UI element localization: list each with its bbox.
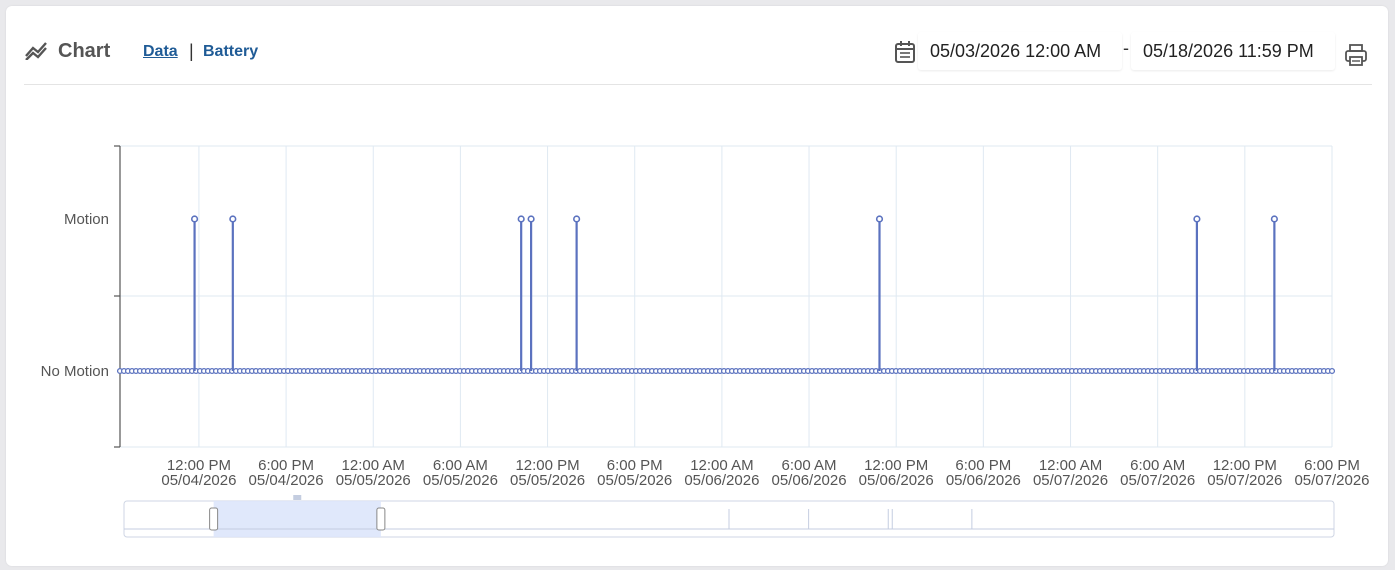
navigator-grip (293, 495, 302, 500)
x-tick-date: 05/07/2026 (1033, 472, 1108, 489)
x-tick-date: 05/07/2026 (1207, 472, 1282, 489)
x-tick-date: 05/06/2026 (772, 472, 847, 489)
x-tick-date: 05/07/2026 (1120, 472, 1195, 489)
x-tick-date: 05/04/2026 (249, 472, 324, 489)
motion-point (517, 215, 525, 223)
x-tick-date: 05/04/2026 (161, 472, 236, 489)
navigator-selection (213, 501, 381, 537)
navigator-handle (209, 507, 219, 531)
y-tick-label: Motion (64, 211, 109, 228)
motion-chart: No Motion Motion 12:00 PM05/04/20266:00 P… (41, 145, 1370, 538)
x-tick-date: 05/06/2026 (684, 472, 759, 489)
x-axis: 12:00 PM05/04/20266:00 PM05/04/202612:00… (161, 457, 1369, 489)
motion-point (573, 215, 581, 223)
x-tick-date: 05/05/2026 (597, 472, 672, 489)
chart-card: Chart Data | Battery - No MotionMotion 1… (6, 6, 1388, 566)
series-point (1328, 367, 1336, 375)
x-tick-date: 05/06/2026 (946, 472, 1021, 489)
motion-point (527, 215, 535, 223)
motion-point (190, 215, 199, 223)
chart-grid (120, 145, 1333, 448)
motion-point (1193, 215, 1201, 223)
x-tick-date: 05/07/2026 (1294, 472, 1369, 489)
motion-point (229, 215, 237, 223)
motion-point (875, 215, 884, 223)
range-navigator[interactable] (123, 495, 1335, 538)
y-tick-label: No Motion (41, 363, 109, 380)
x-tick-date: 05/05/2026 (510, 472, 585, 489)
navigator-handle (376, 507, 386, 531)
x-tick-date: 05/05/2026 (336, 472, 411, 489)
y-axis: No Motion Motion (41, 145, 121, 448)
x-tick-date: 05/05/2026 (423, 472, 498, 489)
x-tick-date: 05/06/2026 (859, 472, 934, 489)
motion-point (1270, 215, 1278, 223)
motion-series (116, 215, 1336, 375)
